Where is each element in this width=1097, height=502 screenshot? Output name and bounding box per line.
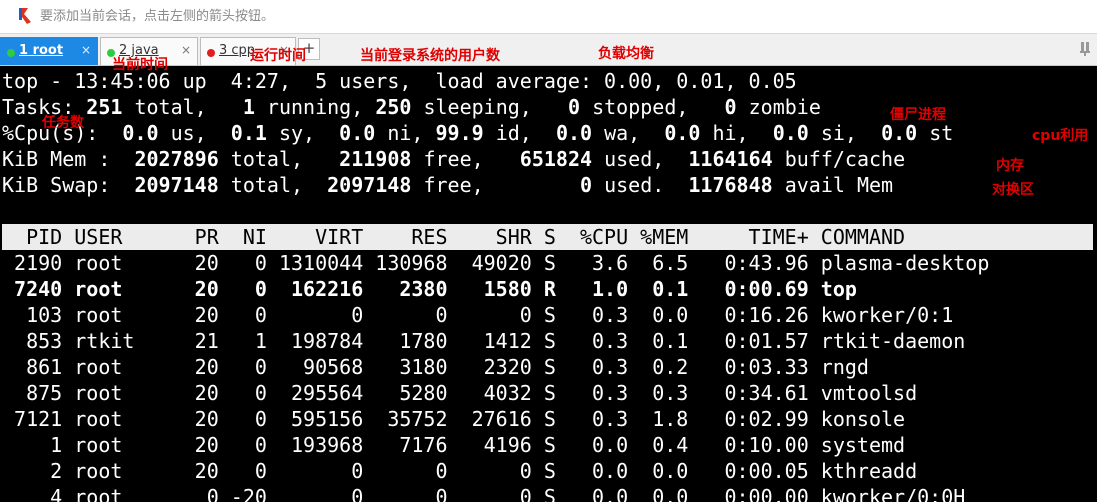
cpu-line: %Cpu(s): 0.0 us, 0.1 sy, 0.0 ni, 99.9 id… xyxy=(2,121,954,145)
tab-label: 1 root xyxy=(19,43,64,58)
process-row: 7240 root 20 0 162216 2380 1580 R 1.0 0.… xyxy=(2,277,857,301)
tab-root[interactable]: 1 root × xyxy=(0,37,98,65)
process-row: 861 root 20 0 90568 3180 2320 S 0.3 0.2 … xyxy=(2,355,869,379)
session-hint-bar: 要添加当前会话，点击左侧的箭头按钮。 xyxy=(0,0,1097,34)
tasks-line: Tasks: 251 total, 1 running, 250 sleepin… xyxy=(2,95,821,119)
process-row: 4 root 0 -20 0 0 0 S 0.0 0.0 0:00.00 kwo… xyxy=(2,485,966,502)
process-row: 2 root 20 0 0 0 0 S 0.0 0.0 0:00.05 kthr… xyxy=(2,459,918,483)
annotation-uptime: 运行时间 xyxy=(250,48,306,64)
process-row: 7121 root 20 0 595156 35752 27616 S 0.3 … xyxy=(2,407,906,431)
annotation-tasks: 任务数 xyxy=(42,115,84,131)
status-dot-icon xyxy=(7,49,15,57)
annotation-mem: 内存 xyxy=(996,158,1024,174)
annotation-cpu: cpu利用 xyxy=(1032,128,1089,144)
process-row: 875 root 20 0 295564 5280 4032 S 0.3 0.3… xyxy=(2,381,918,405)
status-dot-icon xyxy=(207,49,215,57)
annotation-zombie: 僵尸进程 xyxy=(890,107,946,123)
process-row: 103 root 20 0 0 0 0 S 0.3 0.0 0:16.26 kw… xyxy=(2,303,954,327)
process-row: 2190 root 20 0 1310044 130968 49020 S 3.… xyxy=(2,251,990,275)
close-icon[interactable]: × xyxy=(181,43,191,57)
annotation-swap: 对换区 xyxy=(992,182,1034,198)
process-row: 1 root 20 0 193968 7176 4196 S 0.0 0.4 0… xyxy=(2,433,906,457)
close-icon[interactable]: × xyxy=(81,43,91,57)
session-hint-text: 要添加当前会话，点击左侧的箭头按钮。 xyxy=(40,9,275,24)
process-row: 853 rtkit 21 1 198784 1780 1412 S 0.3 0.… xyxy=(2,329,966,353)
swap-line: KiB Swap: 2097148 total, 2097148 free, 0… xyxy=(2,173,894,197)
annotation-load-average: 负载均衡 xyxy=(598,46,654,62)
annotation-users: 当前登录系统的用户数 xyxy=(360,48,500,64)
annotation-current-time: 当前时间 xyxy=(112,57,168,73)
pin-icon[interactable] xyxy=(1080,42,1090,56)
mem-line: KiB Mem : 2027896 total, 211908 free, 65… xyxy=(2,147,906,171)
terminal-output[interactable]: top - 13:45:06 up 4:27, 5 users, load av… xyxy=(0,66,1097,502)
arrow-bookmark-icon[interactable] xyxy=(18,8,32,24)
process-table-header: PID USER PR NI VIRT RES SHR S %CPU %MEM … xyxy=(2,224,1093,250)
